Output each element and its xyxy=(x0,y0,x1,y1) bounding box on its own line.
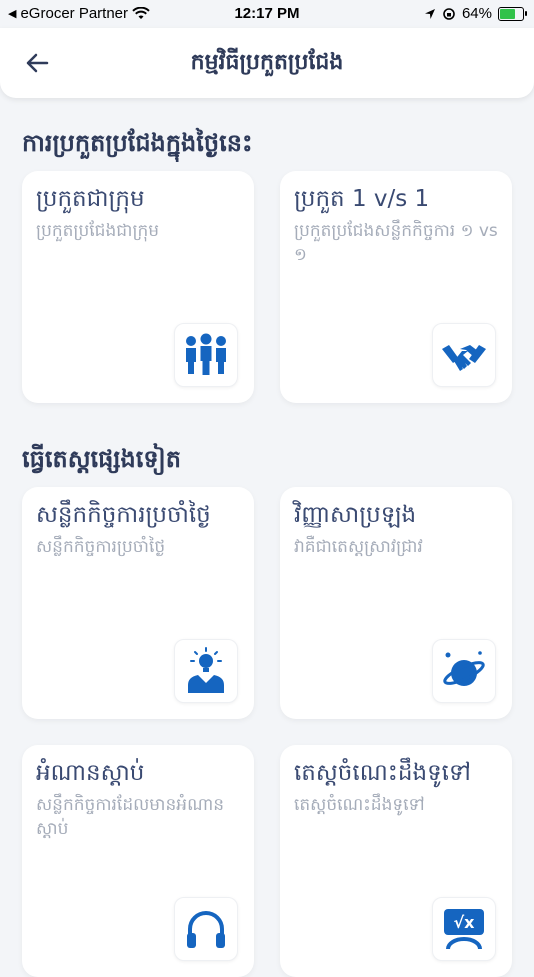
card-title: ប្រកួត 1 v/s 1 xyxy=(294,186,430,212)
card-daily-worksheet[interactable]: សន្លឹកកិច្ចការប្រចាំថ្ងៃ សន្លឹកកិច្ចការប… xyxy=(22,487,254,719)
idea-person-icon xyxy=(174,639,238,703)
card-title: សន្លឹកកិច្ចការប្រចាំថ្ងៃ xyxy=(36,502,211,528)
handshake-icon xyxy=(432,323,496,387)
battery-icon xyxy=(498,6,527,21)
page-title: កម្មវិធីប្រកួតប្រជែង xyxy=(190,50,344,75)
card-title: អំណានស្តាប់ xyxy=(36,760,145,786)
group-icon xyxy=(174,323,238,387)
card-title: តេស្តចំណេះដឹងទូទៅ xyxy=(294,760,471,786)
card-subtitle: ប្រកួតប្រជែងសន្លឹកកិច្ចការ ១ vs ១ xyxy=(294,221,498,265)
section-title-today: ការប្រកួតប្រជែងក្នុងថ្ងៃនេះ xyxy=(22,129,253,157)
card-listening[interactable]: អំណានស្តាប់ សន្លឹកកិច្ចការដែលមានអំណានស្ត… xyxy=(22,745,254,977)
app-header: កម្មវិធីប្រកួតប្រជែង xyxy=(0,28,534,98)
card-subtitle: សន្លឹកកិច្ចការប្រចាំថ្ងៃ xyxy=(36,537,166,557)
card-title: វិញ្ញាសាប្រឡង xyxy=(294,502,417,528)
location-icon xyxy=(424,8,435,19)
card-general-knowledge[interactable]: តេស្តចំណេះដឹងទូទៅ តេស្តចំណេះដឹងទូទៅ √x xyxy=(280,745,512,977)
card-one-vs-one[interactable]: ប្រកួត 1 v/s 1 ប្រកួតប្រជែងសន្លឹកកិច្ចកា… xyxy=(280,171,512,403)
card-subtitle: សន្លឹកកិច្ចការដែលមានអំណានស្តាប់ xyxy=(36,795,225,839)
math-icon: √x xyxy=(432,897,496,961)
status-bar: ◀ eGrocer Partner 12:17 PM 64% xyxy=(0,0,534,28)
rotation-lock-icon xyxy=(443,7,455,20)
battery-percent: 64% xyxy=(461,5,492,22)
card-subtitle: តេស្តចំណេះដឹងទូទៅ xyxy=(294,795,425,815)
section-title-other: ធ្វើតេស្តផ្សេងទៀត xyxy=(22,445,182,473)
card-title: ប្រកួតជាក្រុម xyxy=(36,186,145,212)
card-subtitle: ប្រកួតប្រជែងជាក្រុម xyxy=(36,221,160,241)
headphones-icon xyxy=(174,897,238,961)
card-exam[interactable]: វិញ្ញាសាប្រឡង វាគឺជាតេស្តស្រាវជ្រាវ xyxy=(280,487,512,719)
svg-text:√x: √x xyxy=(454,913,476,932)
planet-icon xyxy=(432,639,496,703)
card-group-battle[interactable]: ប្រកួតជាក្រុម ប្រកួតប្រជែងជាក្រុម xyxy=(22,171,254,403)
card-subtitle: វាគឺជាតេស្តស្រាវជ្រាវ xyxy=(294,537,423,557)
